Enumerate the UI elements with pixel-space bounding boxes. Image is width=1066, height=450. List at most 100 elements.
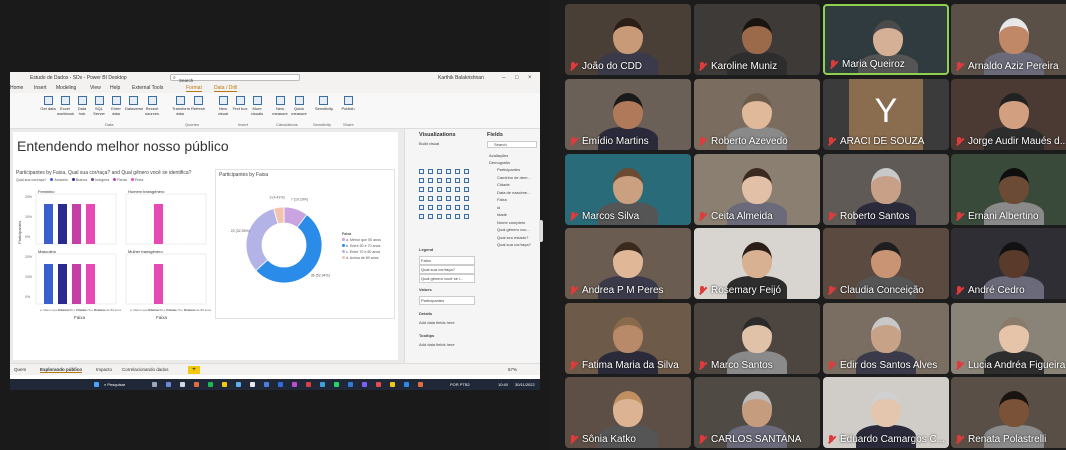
text-box-button[interactable]: Text box xyxy=(232,96,248,112)
participant-tile[interactable]: CARLOS SANTANA xyxy=(694,377,820,448)
menu-view[interactable]: View xyxy=(90,85,101,91)
visual-type-icon[interactable] xyxy=(455,178,460,183)
app-icon-8[interactable] xyxy=(264,382,269,387)
more-visuals-button[interactable]: More visuals xyxy=(249,96,265,116)
splitter-handle[interactable] xyxy=(539,220,543,242)
visual-type-icon[interactable] xyxy=(428,205,433,210)
participant-tile[interactable]: Roberto Santos xyxy=(823,154,949,225)
get-data-button[interactable]: Get data xyxy=(40,96,56,112)
visual-type-icon[interactable] xyxy=(428,178,433,183)
visual-type-icon[interactable] xyxy=(464,205,469,210)
visual-type-icon[interactable] xyxy=(455,205,460,210)
app-icon-17[interactable] xyxy=(404,382,409,387)
language-indicator[interactable]: POR PTB2 xyxy=(450,382,470,387)
menu-help[interactable]: Help xyxy=(110,85,120,91)
search-input[interactable]: ⌕ Search xyxy=(170,74,300,83)
app-icon-14[interactable] xyxy=(348,382,353,387)
details-add-fields[interactable]: Add data fields here xyxy=(419,320,455,325)
menu-data-drill[interactable]: Data / Drill xyxy=(214,85,238,92)
participant-tile[interactable]: Y ARACI DE SOUZA xyxy=(823,79,949,150)
refresh-button[interactable]: Refresh xyxy=(190,96,206,112)
visual-type-icon[interactable] xyxy=(428,196,433,201)
field-item[interactable]: Avaliações xyxy=(489,153,508,158)
close-icon[interactable]: × xyxy=(528,75,532,81)
app-icon-15[interactable] xyxy=(362,382,367,387)
data-hub-button[interactable]: Data hub xyxy=(74,96,90,116)
participant-tile[interactable]: Maria Queiroz xyxy=(823,4,949,75)
participant-tile[interactable]: Andrea P M Peres xyxy=(565,228,691,299)
tab-correlacionando-dados[interactable]: Correlacionando dados xyxy=(122,367,169,372)
visual-type-icon[interactable] xyxy=(446,169,451,174)
recent-sources-button[interactable]: Recent sources xyxy=(144,96,160,116)
small-multiples-visual[interactable]: Participantes by Faixa, Qual sua cor/raç… xyxy=(16,170,214,348)
add-page-button[interactable]: + xyxy=(188,366,200,374)
field-item[interactable]: Faixa xyxy=(497,197,507,202)
transform-data-button[interactable]: Transform data xyxy=(172,96,190,116)
maximize-icon[interactable]: □ xyxy=(515,75,519,81)
participant-tile[interactable]: Edir dos Santos Alves xyxy=(823,303,949,374)
excel-button[interactable]: Excel workbook xyxy=(57,96,74,116)
visual-type-icon[interactable] xyxy=(437,178,442,183)
participant-tile[interactable]: Roberto Azevedo xyxy=(694,79,820,150)
app-icon-5[interactable] xyxy=(222,382,227,387)
visual-type-icon[interactable] xyxy=(446,178,451,183)
field-item[interactable]: Demografia xyxy=(489,160,510,165)
participant-tile[interactable]: Fatima Maria da Silva xyxy=(565,303,691,374)
visual-type-icon[interactable] xyxy=(455,196,460,201)
visual-type-icon[interactable] xyxy=(419,214,424,219)
participant-tile[interactable]: Claudia Conceição xyxy=(823,228,949,299)
app-icon-4[interactable] xyxy=(208,382,213,387)
visual-type-icon[interactable] xyxy=(464,214,469,219)
field-item[interactable]: Nome completo xyxy=(497,220,525,225)
participant-tile[interactable]: Karoline Muniz xyxy=(694,4,820,75)
participant-tile[interactable]: Ceita Almeida xyxy=(694,154,820,225)
donut-visual[interactable]: Participantes by Faixa 7 (10.29%) 36 (52.… xyxy=(215,169,395,319)
tab-quem[interactable]: Quem xyxy=(14,367,26,372)
participant-tile[interactable]: Marcos Silva xyxy=(565,154,691,225)
app-icon-9[interactable] xyxy=(278,382,283,387)
menu-home[interactable]: Home xyxy=(10,85,23,91)
sensitivity-button[interactable]: Sensitivity xyxy=(315,96,333,112)
visual-type-icon[interactable] xyxy=(437,187,442,192)
visual-type-icon[interactable] xyxy=(464,169,469,174)
participant-tile[interactable]: Sônia Katko xyxy=(565,377,691,448)
visual-type-icon[interactable] xyxy=(437,196,442,201)
field-item[interactable]: Data de nascime... xyxy=(497,190,530,195)
app-icon-3[interactable] xyxy=(194,382,199,387)
app-icon-13[interactable] xyxy=(334,382,339,387)
field-item[interactable]: Participantes xyxy=(497,167,520,172)
visual-type-icon[interactable] xyxy=(464,178,469,183)
participant-tile[interactable]: Rosemary Feijó xyxy=(694,228,820,299)
app-icon-12[interactable] xyxy=(320,382,325,387)
tab-impacto[interactable]: Impacto xyxy=(96,367,112,372)
app-icon-16[interactable] xyxy=(376,382,381,387)
menu-insert[interactable]: Insert xyxy=(34,85,47,91)
participant-tile[interactable]: Emídio Martins xyxy=(565,79,691,150)
app-icon-7[interactable] xyxy=(250,382,255,387)
app-icon-1[interactable] xyxy=(166,382,171,387)
tab-explorando-publico[interactable]: Explorando público xyxy=(40,367,83,373)
menu-modeling[interactable]: Modeling xyxy=(56,85,76,91)
app-icon-6[interactable] xyxy=(236,382,241,387)
publish-button[interactable]: Publish xyxy=(340,96,356,112)
visual-type-icon[interactable] xyxy=(428,187,433,192)
legend-well-faixa[interactable]: Faixa xyxy=(419,256,475,265)
new-measure-button[interactable]: New measure xyxy=(272,96,288,116)
field-item[interactable]: Qual seu estado? xyxy=(497,235,528,240)
participant-tile[interactable]: Ernani Albertino xyxy=(951,154,1066,225)
participant-tile[interactable]: André Cedro xyxy=(951,228,1066,299)
minimize-icon[interactable]: – xyxy=(502,75,505,81)
app-icon-18[interactable] xyxy=(418,382,423,387)
fields-search-input[interactable]: Search xyxy=(487,141,537,148)
enter-data-button[interactable]: Enter data xyxy=(108,96,124,116)
field-item[interactable]: Qual gênero voc... xyxy=(497,227,530,232)
powerbi-app-icon[interactable] xyxy=(390,382,395,387)
field-item[interactable]: id xyxy=(497,205,500,210)
visual-type-icon[interactable] xyxy=(437,205,442,210)
taskview-icon[interactable] xyxy=(152,382,157,387)
app-icon-11[interactable] xyxy=(306,382,311,387)
participant-tile[interactable]: Renata Polastrelli xyxy=(951,377,1066,448)
participant-tile[interactable]: João do CDD xyxy=(565,4,691,75)
field-item[interactable]: Qual sua cor/raça? xyxy=(497,242,531,247)
visual-type-icon[interactable] xyxy=(455,169,460,174)
